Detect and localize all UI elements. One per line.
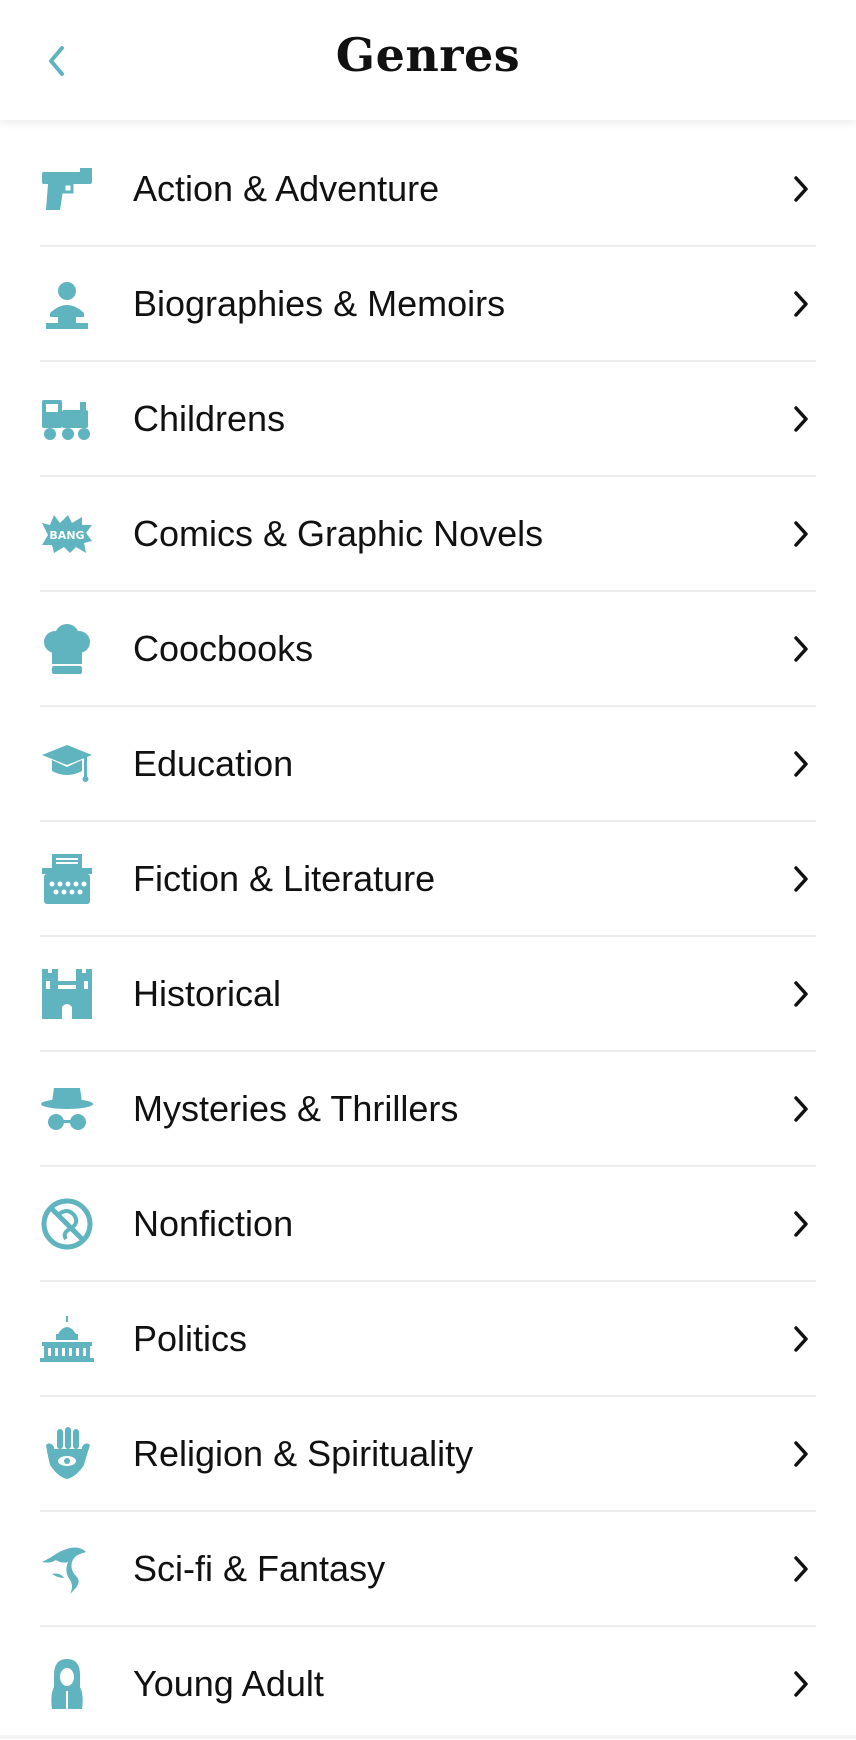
chevron-right-icon xyxy=(786,1089,816,1129)
genre-list: Action & Adventure Biographies & Memoirs xyxy=(0,132,856,1740)
chevron-right-icon xyxy=(786,284,816,324)
genre-label: Historical xyxy=(133,972,282,1014)
chef-hat-icon xyxy=(40,622,94,676)
chevron-right-icon xyxy=(786,859,816,899)
genre-item-action-adventure[interactable]: Action & Adventure xyxy=(40,132,816,247)
chevron-right-icon xyxy=(786,744,816,784)
page-title: Genres xyxy=(335,28,521,82)
genre-item-biographies-memoirs[interactable]: Biographies & Memoirs xyxy=(40,247,816,362)
chevron-right-icon xyxy=(786,1549,816,1589)
genre-item-religion-spirituality[interactable]: Religion & Spirituality xyxy=(40,1397,816,1512)
genre-item-young-adult[interactable]: Young Adult xyxy=(40,1627,816,1740)
top-bar: Genres xyxy=(0,0,856,120)
genre-item-education[interactable]: Education xyxy=(40,707,816,822)
chevron-right-icon xyxy=(786,1434,816,1474)
hooded-teen-icon xyxy=(40,1657,94,1711)
genre-item-mysteries-thrillers[interactable]: Mysteries & Thrillers xyxy=(40,1052,816,1167)
genre-label: Sci-fi & Fantasy xyxy=(133,1547,386,1589)
genre-label: Education xyxy=(133,742,294,784)
genre-label: Childrens xyxy=(133,397,286,439)
capitol-icon xyxy=(40,1312,94,1366)
genre-label: Mysteries & Thrillers xyxy=(133,1087,459,1129)
chevron-right-icon xyxy=(786,399,816,439)
genre-item-scifi-fantasy[interactable]: Sci-fi & Fantasy xyxy=(40,1512,816,1627)
dragon-icon xyxy=(40,1542,94,1596)
genre-label: Religion & Spirituality xyxy=(133,1432,474,1474)
hamsa-icon xyxy=(40,1426,94,1481)
genre-item-fiction-literature[interactable]: Fiction & Literature xyxy=(40,822,816,937)
genre-label: Young Adult xyxy=(133,1662,324,1704)
castle-icon xyxy=(40,967,94,1021)
graduation-cap-icon xyxy=(40,737,94,791)
chevron-right-icon xyxy=(786,629,816,669)
chevron-right-icon xyxy=(786,1664,816,1704)
genre-item-comics-graphic-novels[interactable]: BANG Comics & Graphic Novels xyxy=(40,477,816,592)
svg-text:BANG: BANG xyxy=(49,529,84,542)
genre-item-nonfiction[interactable]: Nonfiction xyxy=(40,1167,816,1282)
genre-label: Politics xyxy=(133,1317,248,1359)
chevron-right-icon xyxy=(786,974,816,1014)
genre-label: Fiction & Literature xyxy=(133,857,436,899)
bust-icon xyxy=(40,277,94,331)
genre-label: Comics & Graphic Novels xyxy=(133,512,544,554)
detective-icon xyxy=(40,1082,94,1136)
chevron-right-icon xyxy=(786,1319,816,1359)
no-dragon-icon xyxy=(40,1197,94,1251)
genre-label: Coocbooks xyxy=(133,627,314,669)
gun-icon xyxy=(40,162,94,216)
genre-item-cookbooks[interactable]: Coocbooks xyxy=(40,592,816,707)
genre-label: Nonfiction xyxy=(133,1202,294,1244)
genre-item-politics[interactable]: Politics xyxy=(40,1282,816,1397)
chevron-right-icon xyxy=(786,514,816,554)
genre-label: Biographies & Memoirs xyxy=(133,282,506,324)
chevron-right-icon xyxy=(786,1204,816,1244)
bottom-edge xyxy=(0,1735,856,1739)
genre-label: Action & Adventure xyxy=(133,167,440,209)
bang-icon: BANG xyxy=(40,507,94,561)
typewriter-icon xyxy=(40,852,94,906)
chevron-right-icon xyxy=(786,169,816,209)
toy-train-icon xyxy=(40,392,94,446)
genre-item-childrens[interactable]: Childrens xyxy=(40,362,816,477)
genre-item-historical[interactable]: Historical xyxy=(40,937,816,1052)
